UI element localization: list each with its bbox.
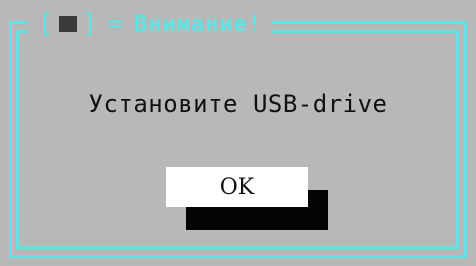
dialog-title-bar: [ ] = Внимание! (28, 7, 273, 41)
ok-button[interactable]: OK (166, 167, 308, 207)
alert-dialog: [ ] = Внимание! Установите USB-drive OK (0, 0, 476, 266)
dialog-message: Установите USB-drive (88, 90, 388, 118)
screen: [ ] = Внимание! Установите USB-drive OK (0, 0, 476, 266)
title-separator: = (107, 9, 124, 39)
close-bracket-right: ] (81, 9, 98, 39)
close-square-icon (58, 16, 77, 32)
close-button[interactable]: [ ] (38, 11, 97, 37)
dialog-title: Внимание! (133, 11, 263, 37)
close-bracket-left: [ (38, 9, 54, 39)
